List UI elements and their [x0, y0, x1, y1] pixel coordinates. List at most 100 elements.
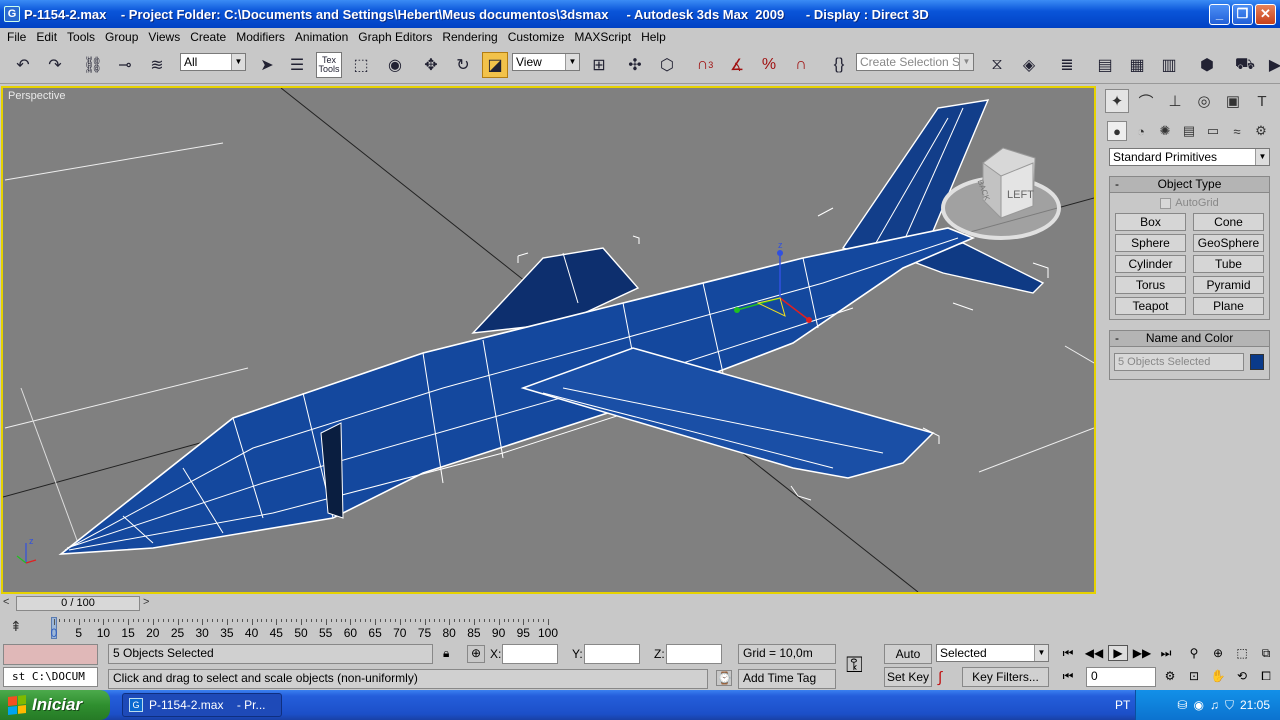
menu-animation[interactable]: Animation — [290, 30, 353, 44]
menu-views[interactable]: Views — [143, 30, 185, 44]
schematic-view-icon[interactable]: ▦ — [1124, 52, 1150, 78]
quick-render-icon[interactable]: ▶ — [1262, 52, 1280, 78]
x-coordinate-field[interactable] — [502, 644, 558, 664]
plane-button[interactable]: Plane — [1193, 297, 1264, 315]
auto-key-button[interactable]: Auto Key — [884, 644, 932, 679]
autogrid-checkbox[interactable] — [1160, 197, 1172, 209]
select-by-name-icon[interactable]: ☰ — [284, 52, 310, 78]
curve-editor-icon[interactable]: ▤ — [1092, 52, 1118, 78]
reference-coordinate-dropdown[interactable]: View ▼ — [512, 53, 580, 71]
mirror-icon[interactable]: ⧖ — [984, 52, 1010, 78]
box-button[interactable]: Box — [1115, 213, 1186, 231]
menu-graph-editors[interactable]: Graph Editors — [353, 30, 437, 44]
snap-toggle-icon[interactable]: ∩ 3 — [692, 52, 718, 78]
torus-button[interactable]: Torus — [1115, 276, 1186, 294]
clock[interactable]: 21:05 — [1240, 698, 1270, 712]
minimize-button[interactable]: _ — [1209, 4, 1230, 25]
rectangular-selection-icon[interactable]: ⬚ — [348, 52, 374, 78]
tube-button[interactable]: Tube — [1193, 255, 1264, 273]
sphere-button[interactable]: Sphere — [1115, 234, 1186, 252]
set-key-button[interactable]: Set Key — [884, 667, 932, 687]
time-tag-icon[interactable]: ⌚ — [716, 670, 732, 686]
tray-network-icon[interactable]: ⛁ — [1177, 698, 1187, 712]
language-indicator[interactable]: PT — [1115, 698, 1130, 712]
display-tab-icon[interactable]: ▣ — [1221, 89, 1245, 113]
zoom-extents-all-icon[interactable]: ⧉ — [1256, 646, 1276, 661]
teapot-button[interactable]: Teapot — [1115, 297, 1186, 315]
region-zoom-icon[interactable]: ⊡ — [1184, 669, 1204, 683]
perspective-viewport[interactable]: z z LEFT BACK Perspective — [1, 86, 1096, 594]
rotate-icon[interactable]: ↻ — [450, 52, 476, 78]
select-manipulate-icon[interactable]: ✣ — [622, 52, 648, 78]
spinner-snap-icon[interactable]: ∩ — [788, 52, 814, 78]
time-slider-next-icon[interactable]: > — [143, 596, 149, 608]
menu-tools[interactable]: Tools — [62, 30, 100, 44]
hierarchy-tab-icon[interactable]: ⊥ — [1163, 89, 1187, 113]
create-tab-icon[interactable]: ✦ — [1105, 89, 1129, 113]
next-frame-icon[interactable]: ▶▶ — [1132, 646, 1152, 660]
systems-icon[interactable]: ⚙ — [1251, 121, 1271, 141]
render-frame-icon[interactable]: ⛟ — [1232, 52, 1258, 78]
maximize-viewport-icon[interactable]: ⧠ — [1256, 669, 1276, 684]
menu-create[interactable]: Create — [185, 30, 231, 44]
layer-manager-icon[interactable]: ≣ — [1054, 52, 1080, 78]
shapes-icon[interactable]: ◔ — [1131, 121, 1151, 141]
add-time-tag[interactable]: Add Time Tag — [738, 669, 836, 689]
key-curve-icon[interactable]: ∫ — [938, 669, 942, 686]
category-dropdown[interactable]: Standard Primitives ▼ — [1109, 148, 1270, 166]
cylinder-button[interactable]: Cylinder — [1115, 255, 1186, 273]
close-button[interactable]: ✕ — [1255, 4, 1276, 25]
utilities-tab-icon[interactable]: T — [1250, 89, 1274, 113]
y-coordinate-field[interactable] — [584, 644, 640, 664]
name-and-color-header[interactable]: - Name and Color — [1110, 331, 1269, 347]
go-to-start-icon[interactable]: ⏮ — [1058, 646, 1078, 661]
viewport-label[interactable]: Perspective — [8, 90, 65, 102]
move-icon[interactable]: ✥ — [418, 52, 444, 78]
zoom-all-icon[interactable]: ⊕ — [1208, 646, 1228, 660]
tray-volume-icon[interactable]: ♫ — [1210, 698, 1219, 712]
select-object-icon[interactable]: ➤ — [254, 52, 280, 78]
menu-edit[interactable]: Edit — [31, 30, 62, 44]
orbit-icon[interactable]: ⟲ — [1232, 669, 1252, 683]
window-crossing-icon[interactable]: ◉ — [382, 52, 408, 78]
angle-snap-icon[interactable]: ∡ — [724, 52, 750, 78]
time-slider-prev-icon[interactable]: < — [3, 596, 15, 608]
menu-modifiers[interactable]: Modifiers — [231, 30, 290, 44]
modify-tab-icon[interactable]: ⌒ — [1134, 89, 1158, 113]
undo-icon[interactable]: ↶ — [10, 52, 36, 78]
key-filters-button[interactable]: Key Filters... — [962, 667, 1049, 687]
geosphere-button[interactable]: GeoSphere — [1193, 234, 1264, 252]
render-setup-icon[interactable]: ⬢ — [1194, 52, 1220, 78]
menu-group[interactable]: Group — [100, 30, 143, 44]
absolute-mode-icon[interactable]: ⊕ — [467, 645, 485, 663]
key-mode-dropdown[interactable]: Selected ▼ — [936, 644, 1049, 662]
go-to-end-icon[interactable]: ⏭ — [1156, 646, 1176, 661]
space-warps-icon[interactable]: ≈ — [1227, 121, 1247, 141]
taskbar-item-3dsmax[interactable]: G P-1154-2.max - Pr... — [122, 693, 282, 717]
object-color-swatch[interactable] — [1250, 354, 1264, 370]
zoom-icon[interactable]: ⚲ — [1184, 646, 1204, 660]
geometry-icon[interactable]: ● — [1107, 121, 1127, 141]
menu-file[interactable]: File — [2, 30, 31, 44]
menu-maxscript[interactable]: MAXScript — [569, 30, 636, 44]
tray-av-icon[interactable]: ◉ — [1193, 698, 1203, 712]
selection-filter-dropdown[interactable]: All ▼ — [180, 53, 246, 71]
scale-icon[interactable]: ◪ — [482, 52, 508, 78]
keyboard-shortcut-override-icon[interactable]: ⬡ — [654, 52, 680, 78]
maximize-button[interactable]: ❐ — [1232, 4, 1253, 25]
time-configuration-icon[interactable]: ⚙ — [1160, 669, 1180, 683]
edit-named-selection-icon[interactable]: {} — [826, 52, 852, 78]
mini-curve-editor-icon[interactable]: ⇞ — [10, 618, 22, 635]
menu-help[interactable]: Help — [636, 30, 671, 44]
set-key-icon[interactable]: ⚿ — [846, 652, 863, 678]
time-slider-thumb[interactable]: 0 / 100 — [16, 596, 140, 611]
play-icon[interactable]: ▶ — [1108, 645, 1128, 661]
pan-view-icon[interactable]: ✋ — [1208, 669, 1228, 683]
app-icon[interactable]: G — [4, 6, 20, 22]
text-tools-icon[interactable]: Tex Tools — [316, 52, 342, 78]
align-icon[interactable]: ◈ — [1016, 52, 1042, 78]
lights-icon[interactable]: ✺ — [1155, 121, 1175, 141]
maxscript-input[interactable]: st C:\DOCUM — [3, 667, 98, 687]
key-mode-toggle-icon[interactable]: ⏮ — [1058, 669, 1078, 684]
previous-frame-icon[interactable]: ◀◀ — [1084, 646, 1104, 660]
